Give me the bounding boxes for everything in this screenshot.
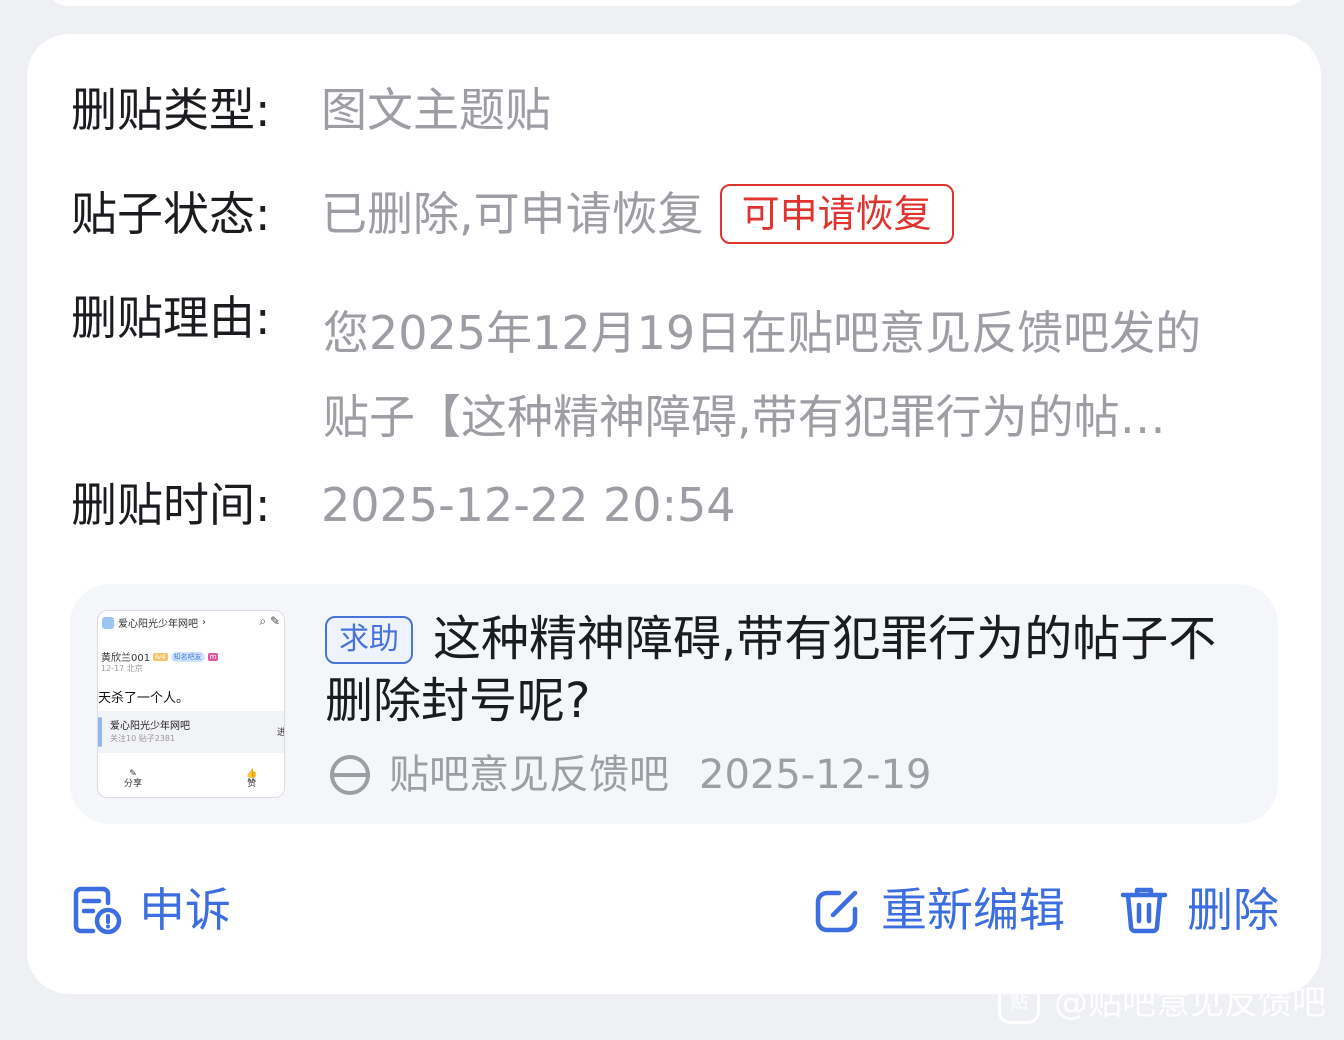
thumb-card-name: 爱心阳光少年网吧 bbox=[110, 721, 190, 732]
tieba-logo-icon: 贴 bbox=[998, 982, 1040, 1024]
delete-reason-row: 删贴理由: bbox=[71, 288, 321, 348]
delete-type-label: 删贴类型: bbox=[71, 83, 271, 137]
help-tag: 求助 bbox=[325, 616, 413, 664]
appeal-label: 申诉 bbox=[139, 883, 231, 937]
post-preview-card[interactable]: 爱心阳光少年网吧 › ⌕ ✎ 黄欣兰001 lv4 知名吧友 m 12-17 北… bbox=[70, 584, 1278, 824]
trash-icon bbox=[1120, 887, 1168, 934]
thumb-m-badge: m bbox=[207, 652, 219, 661]
thumb-like-label: 赞 bbox=[247, 779, 257, 789]
post-status-value: 已删除,可申请恢复 bbox=[321, 187, 704, 241]
appeal-icon bbox=[73, 886, 122, 935]
watermark: 贴 @贴吧意见反馈吧 bbox=[998, 978, 1326, 1028]
thumb-share-icon: ✎ bbox=[129, 769, 137, 779]
post-meta: 贴吧意见反馈吧 2025-12-19 bbox=[327, 750, 931, 800]
thumb-search-edit-icons: ⌕ ✎ bbox=[259, 614, 280, 628]
deleted-post-card: 删贴类型: 图文主题贴 贴子状态: 已删除,可申请恢复 可申请恢复 删贴理由: … bbox=[27, 34, 1321, 994]
thumb-forum-name: 爱心阳光少年网吧 bbox=[118, 619, 198, 630]
thumb-header: 爱心阳光少年网吧 › bbox=[102, 615, 206, 630]
thumb-forum-avatar bbox=[102, 616, 114, 629]
post-thumbnail: 爱心阳光少年网吧 › ⌕ ✎ 黄欣兰001 lv4 知名吧友 m 12-17 北… bbox=[97, 610, 285, 798]
post-status-label: 贴子状态: bbox=[71, 187, 271, 241]
thumb-card-stats: 关注10 贴子2381 bbox=[110, 734, 176, 743]
thumb-forum-bar bbox=[98, 717, 102, 747]
thumb-post-text: 天杀了一个人。 bbox=[98, 691, 190, 706]
delete-reason-value[interactable]: 您2025年12月19日在贴吧意见反馈吧发的 贴子【这种精神障碍,带有犯罪行为的… bbox=[323, 291, 1278, 459]
delete-label: 删除 bbox=[1187, 883, 1279, 937]
previous-card bbox=[45, 0, 1309, 6]
thumb-like-icon: 👍 bbox=[246, 769, 258, 779]
edit-icon bbox=[815, 890, 858, 933]
reason-line-1: 您2025年12月19日在贴吧意见反馈吧发的 bbox=[323, 306, 1202, 360]
thumb-chevron-icon: › bbox=[202, 617, 206, 628]
delete-time-label: 删贴时间: bbox=[71, 478, 271, 532]
post-status-row: 贴子状态: 已删除,可申请恢复 可申请恢复 bbox=[71, 184, 954, 244]
thumb-card-enter: 进 bbox=[277, 725, 284, 738]
delete-reason-label: 删贴理由: bbox=[71, 291, 271, 345]
delete-button[interactable]: 删除 bbox=[1117, 880, 1279, 940]
thumb-forum-card: 爱心阳光少年网吧 关注10 贴子2381 进 bbox=[98, 711, 284, 753]
delete-type-row: 删贴类型: 图文主题贴 bbox=[71, 80, 551, 140]
reedit-button[interactable]: 重新编辑 bbox=[811, 880, 1065, 940]
recoverable-badge: 可申请恢复 bbox=[719, 184, 954, 244]
action-bar: 申诉 重新编辑 删除 bbox=[69, 880, 1279, 940]
thumb-like: 👍 赞 bbox=[246, 769, 257, 789]
watermark-text: @贴吧意见反馈吧 bbox=[1054, 983, 1326, 1023]
thumb-share: ✎ 分享 bbox=[124, 769, 142, 789]
forum-icon bbox=[330, 755, 370, 795]
thumb-level-badge: lv4 bbox=[153, 652, 168, 661]
delete-time-value: 2025-12-22 20:54 bbox=[321, 478, 736, 532]
delete-type-value: 图文主题贴 bbox=[321, 83, 551, 137]
reason-line-2: 贴子【这种精神障碍,带有犯罪行为的帖… bbox=[323, 390, 1166, 444]
thumb-username: 黄欣兰001 bbox=[101, 653, 151, 664]
thumb-share-label: 分享 bbox=[124, 779, 143, 789]
appeal-button[interactable]: 申诉 bbox=[69, 880, 231, 940]
reedit-label: 重新编辑 bbox=[881, 883, 1065, 937]
delete-time-row: 删贴时间: 2025-12-22 20:54 bbox=[71, 475, 736, 535]
post-forum-name[interactable]: 贴吧意见反馈吧 bbox=[389, 750, 669, 800]
thumb-chip: 知名吧友 bbox=[170, 651, 205, 662]
post-title-text: 这种精神障碍,带有犯罪行为的帖子不删除封号呢? bbox=[325, 611, 1217, 729]
post-date: 2025-12-19 bbox=[699, 752, 932, 798]
post-title: 求助 这种精神障碍,带有犯罪行为的帖子不删除封号呢? bbox=[325, 608, 1255, 732]
thumb-user: 黄欣兰001 lv4 知名吧友 m bbox=[101, 649, 219, 664]
thumb-post-date: 12-17 北京 bbox=[101, 664, 143, 673]
